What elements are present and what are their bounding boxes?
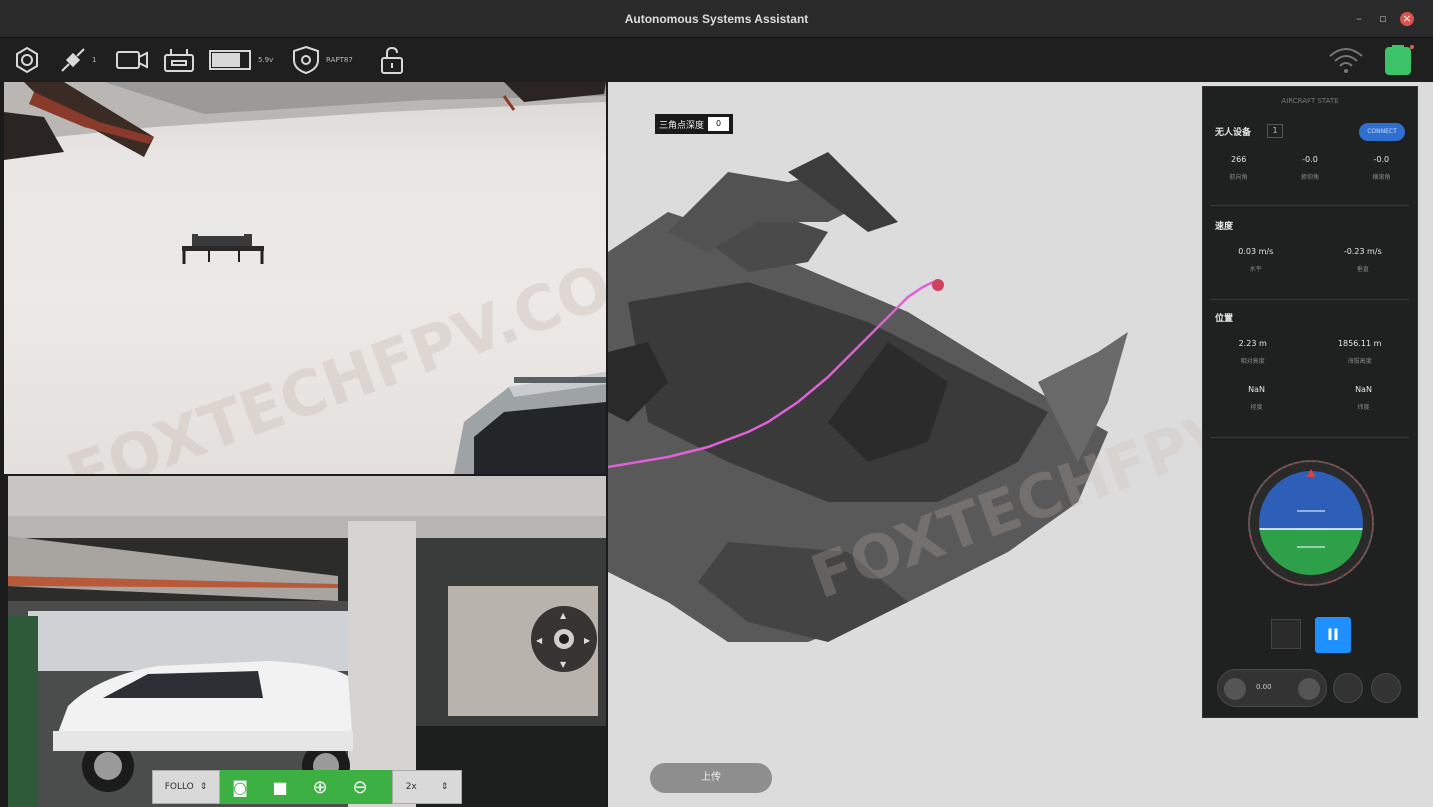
- device-label: 无人设备: [1215, 128, 1252, 138]
- battery-icon: 5.9v: [208, 44, 273, 76]
- drone-position-marker: [932, 279, 944, 291]
- horizontal-speed: 0.03 m/s 水平: [1238, 247, 1274, 273]
- device-selector[interactable]: 1: [1267, 124, 1283, 138]
- drone-graphic: [182, 228, 264, 264]
- latitude: NaN 纬度: [1355, 385, 1372, 411]
- mode-text: RAPT87: [326, 56, 353, 64]
- title-bar: Autonomous Systems Assistant – ▫ ×: [0, 0, 1433, 38]
- coords-row: NaN 经度 NaN 纬度: [1203, 385, 1417, 411]
- divider: [1211, 299, 1409, 300]
- artificial-horizon: [1248, 460, 1374, 586]
- mode-select[interactable]: FOLLO ⇕: [152, 770, 220, 804]
- svg-text:▼: ▼: [560, 660, 567, 669]
- svg-text:▶: ▶: [584, 636, 591, 645]
- photo-icon[interactable]: ◙: [220, 778, 260, 797]
- telemetry-panel: AIRCRAFT STATE 无人设备 1 CONNECT 266 航向角 -0.…: [1202, 86, 1418, 718]
- position-title: 位置: [1215, 314, 1234, 324]
- throttle-control[interactable]: 0.00: [1217, 669, 1327, 707]
- window-title: Autonomous Systems Assistant: [624, 12, 809, 26]
- satellite-icon: 1: [58, 44, 96, 76]
- primary-camera-scene: FOXTECHFPV.COM: [4, 82, 606, 474]
- camera-icon[interactable]: [115, 44, 149, 76]
- camera-control-bar: FOLLO ⇕ ◙ ■ ⊕ ⊖ 2x ⇕: [152, 770, 462, 804]
- speed-row: 0.03 m/s 水平 -0.23 m/s 垂直: [1203, 247, 1417, 273]
- camera-actions: ◙ ■ ⊕ ⊖: [220, 770, 392, 804]
- secondary-camera-scene: ▲ ▼ ◀ ▶: [8, 476, 606, 807]
- rotate-right-icon[interactable]: [1371, 673, 1401, 703]
- minimize-icon[interactable]: –: [1352, 12, 1366, 26]
- zoom-select-value: 2x: [405, 782, 417, 792]
- close-icon[interactable]: ×: [1400, 12, 1414, 26]
- maximize-icon[interactable]: ▫: [1376, 12, 1390, 26]
- direction-pad-icon: ▲ ▼ ◀ ▶: [531, 606, 597, 672]
- divider: [1211, 205, 1409, 206]
- depth-tag-label: 三角点深度: [659, 120, 705, 131]
- gps-count: 1: [92, 56, 97, 64]
- video-icon[interactable]: ■: [260, 778, 300, 797]
- panel-header: AIRCRAFT STATE: [1281, 97, 1339, 105]
- zoom-out-icon[interactable]: ⊖: [340, 777, 380, 798]
- device-battery-icon: [1380, 44, 1416, 76]
- attitude-row: 266 航向角 -0.0 俯仰角 -0.0 横滚角: [1203, 155, 1417, 181]
- zoom-in-icon[interactable]: ⊕: [300, 777, 340, 798]
- mode-select-value: FOLLO: [164, 782, 194, 792]
- vertical-speed: -0.23 m/s 垂直: [1343, 247, 1382, 273]
- settings-icon[interactable]: [12, 44, 42, 76]
- connect-button[interactable]: CONNECT: [1359, 123, 1405, 141]
- depth-tag[interactable]: 三角点深度 0: [655, 114, 734, 134]
- svg-text:◀: ◀: [536, 636, 543, 645]
- upload-button[interactable]: 上传: [650, 763, 772, 793]
- pause-icon[interactable]: II: [1315, 617, 1351, 653]
- svg-text:▲: ▲: [560, 611, 567, 620]
- absolute-altitude: 1856.11 m 海拔高度: [1337, 339, 1382, 365]
- pitch-cell: -0.0 俯仰角: [1300, 155, 1319, 181]
- depth-tag-value[interactable]: 0: [708, 117, 730, 131]
- divider: [1211, 437, 1409, 438]
- ascend-icon[interactable]: [1224, 678, 1246, 700]
- shield-gear-icon[interactable]: RAPT87: [290, 44, 353, 76]
- primary-camera-view[interactable]: FOXTECHFPV.COM: [4, 82, 606, 474]
- unlock-icon[interactable]: [378, 44, 406, 76]
- altitude-row: 2.23 m 相对高度 1856.11 m 海拔高度: [1203, 339, 1417, 365]
- rotate-left-icon[interactable]: [1333, 673, 1363, 703]
- home-icon[interactable]: [1271, 619, 1301, 649]
- roll-cell: -0.0 横滚角: [1372, 155, 1391, 181]
- status-toolbar: 1 5.9v RAPT87: [0, 38, 1433, 82]
- battery-text: 5.9v: [258, 56, 274, 64]
- descend-icon[interactable]: [1298, 678, 1320, 700]
- remote-icon[interactable]: [162, 44, 196, 76]
- relative-altitude: 2.23 m 相对高度: [1238, 339, 1267, 365]
- speed-title: 速度: [1215, 222, 1234, 232]
- yaw-cell: 266 航向角: [1229, 155, 1248, 181]
- secondary-camera-view[interactable]: ▲ ▼ ◀ ▶: [8, 476, 606, 807]
- longitude: NaN 经度: [1248, 385, 1265, 411]
- wifi-icon: [1326, 44, 1366, 76]
- zoom-select[interactable]: 2x ⇕: [392, 770, 462, 804]
- speed-readout: 0.00: [1256, 683, 1272, 691]
